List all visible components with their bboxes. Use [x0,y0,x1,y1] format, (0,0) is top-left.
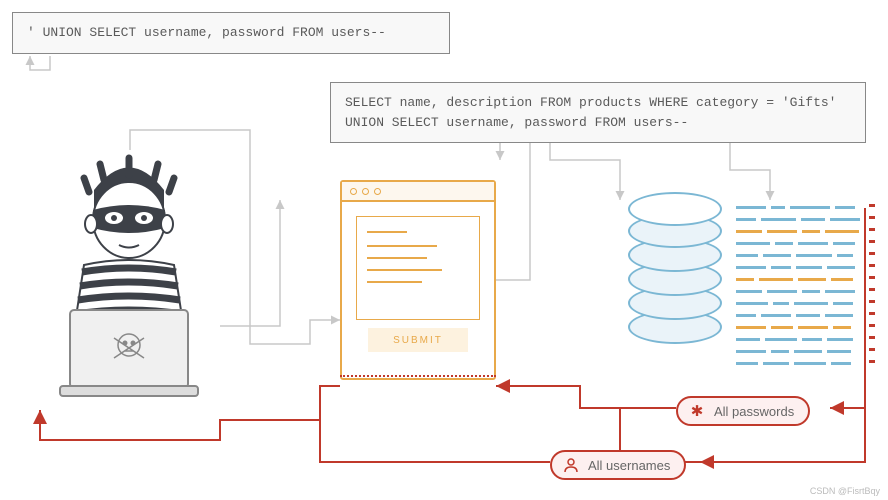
user-icon [562,456,580,474]
resulting-query-text: SELECT name, description FROM products W… [345,95,844,130]
submit-button: SUBMIT [368,328,468,352]
injection-payload-text: ' UNION SELECT username, password FROM u… [27,25,386,40]
asterisk-icon: ✱ [688,402,706,420]
resulting-query-box: SELECT name, description FROM products W… [330,82,866,143]
injection-payload-box: ' UNION SELECT username, password FROM u… [12,12,450,54]
watermark: CSDN @FisrtBqy [810,486,880,496]
all-usernames-label: All usernames [550,450,686,480]
leaked-data-rows [736,204,866,372]
web-form-illustration: SUBMIT [340,180,496,380]
attacker-illustration [34,150,224,400]
database-illustration [628,194,722,364]
all-passwords-label: ✱ All passwords [676,396,810,426]
